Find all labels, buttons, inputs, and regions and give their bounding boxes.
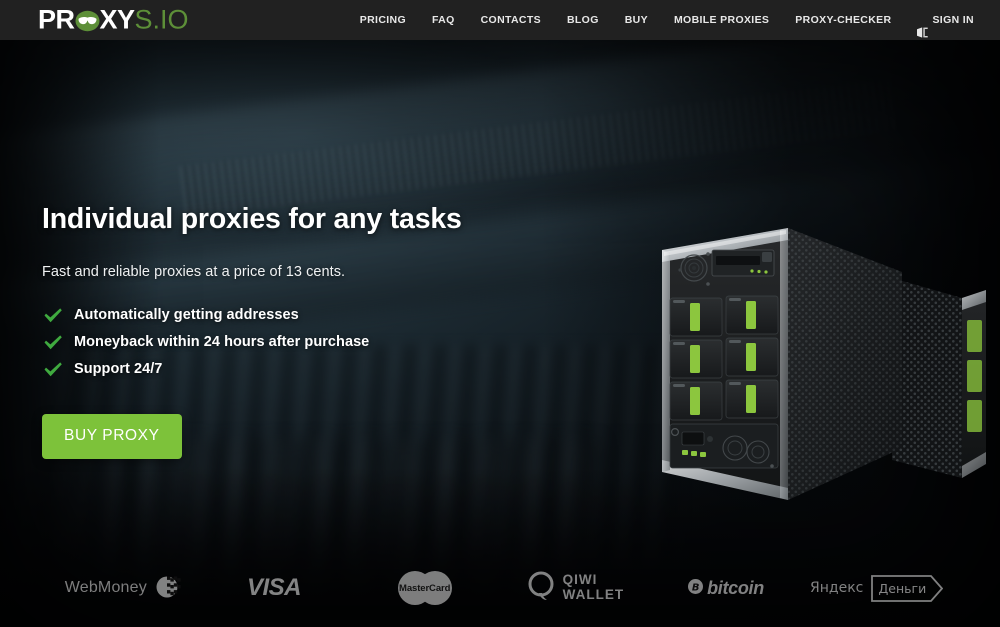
hero-feature-list: Automatically getting addresses Moneybac…: [42, 306, 462, 378]
payment-yandex[interactable]: Яндекс Деньги: [801, 574, 952, 602]
nav-proxy-checker[interactable]: PROXY-CHECKER: [782, 0, 904, 40]
feature-label: Moneyback within 24 hours after purchase: [74, 334, 370, 351]
payment-webmoney[interactable]: WebMoney: [48, 573, 199, 604]
nav-contacts[interactable]: CONTACTS: [468, 0, 554, 40]
check-icon: [42, 306, 64, 324]
site-header: PR XY S.IO PRICING FAQ CONTACTS BLOG BUY…: [0, 0, 1000, 40]
nav-buy[interactable]: BUY: [612, 0, 661, 40]
feature-label: Automatically getting addresses: [74, 307, 299, 324]
server-tower-image: [640, 210, 990, 510]
nav-faq[interactable]: FAQ: [419, 0, 468, 40]
nav-sign-in[interactable]: SIGN IN: [904, 0, 984, 40]
payment-yandex-label: Яндекс: [810, 580, 864, 596]
login-icon: [917, 15, 929, 38]
list-item: Support 24/7: [42, 360, 462, 378]
yandex-money-icon: Деньги: [871, 574, 944, 602]
payment-yandex-badge-label: Деньги: [878, 580, 927, 596]
webmoney-icon: [156, 573, 182, 604]
check-icon: [42, 333, 64, 351]
main-navigation: PRICING FAQ CONTACTS BLOG BUY MOBILE PRO…: [347, 0, 984, 40]
mastercard-icon: MasterCard: [386, 571, 464, 605]
list-item: Moneyback within 24 hours after purchase: [42, 333, 462, 351]
payment-mastercard[interactable]: MasterCard: [349, 571, 500, 605]
payment-webmoney-label: WebMoney: [64, 579, 147, 596]
hero-copy: Individual proxies for any tasks Fast an…: [42, 202, 462, 459]
payment-visa-label: VISA: [247, 574, 302, 601]
payment-qiwi-label: QIWI WALLET: [563, 573, 625, 602]
check-icon: [42, 360, 64, 378]
svg-text:B: B: [692, 582, 699, 593]
payment-mastercard-label: MasterCard: [399, 582, 451, 594]
hero-section: Individual proxies for any tasks Fast an…: [0, 40, 1000, 627]
payment-qiwi[interactable]: QIWI WALLET: [500, 570, 651, 607]
buy-proxy-button[interactable]: BUY PROXY: [42, 414, 182, 459]
qiwi-icon: [527, 570, 557, 607]
logo-text-pr: PR: [38, 4, 75, 35]
feature-label: Support 24/7: [74, 361, 163, 378]
payment-bitcoin-label: bitcoin: [707, 577, 764, 598]
nav-blog[interactable]: BLOG: [554, 0, 612, 40]
site-logo[interactable]: PR XY S.IO: [38, 4, 189, 35]
page-title: Individual proxies for any tasks: [42, 203, 462, 235]
payment-bitcoin[interactable]: B bitcoin: [651, 578, 802, 599]
landing-page: PR XY S.IO PRICING FAQ CONTACTS BLOG BUY…: [0, 0, 1000, 627]
bitcoin-icon: B: [688, 578, 704, 599]
payment-qiwi-label-bottom: WALLET: [562, 587, 625, 602]
nav-sign-in-label: SIGN IN: [932, 14, 974, 26]
hero-subtitle: Fast and reliable proxies at a price of …: [42, 264, 346, 281]
list-item: Automatically getting addresses: [42, 306, 462, 324]
logo-text-xy: XY: [99, 4, 136, 35]
payment-visa[interactable]: VISA: [199, 574, 350, 602]
payment-qiwi-label-top: QIWI: [562, 572, 598, 588]
proxy-mask-icon: [75, 10, 100, 32]
payment-methods-bar: WebMoney VISA MasterCard QIWI WALLET B b…: [0, 549, 1000, 627]
nav-pricing[interactable]: PRICING: [347, 0, 419, 40]
logo-text-sio: S.IO: [134, 4, 189, 35]
nav-mobile-proxies[interactable]: MOBILE PROXIES: [661, 0, 782, 40]
